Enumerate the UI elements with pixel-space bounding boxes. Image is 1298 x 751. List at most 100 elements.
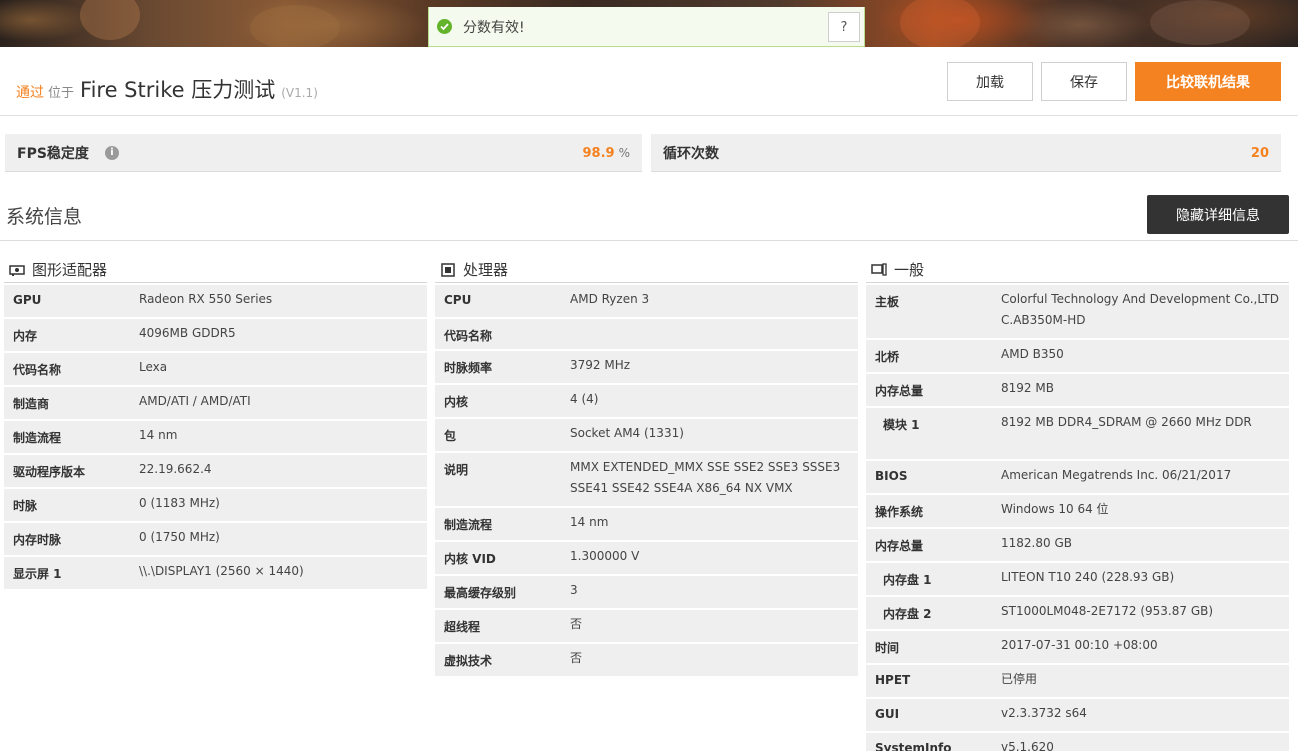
table-row: 最高缓存级别 3 bbox=[435, 576, 858, 610]
row-key: 内存 bbox=[13, 329, 38, 343]
row-value: 8192 MB DDR4_SDRAM @ 2660 MHz DDR bbox=[1001, 415, 1252, 429]
general-section: 一般 主板 Colorful Technology And Development… bbox=[866, 257, 1289, 751]
row-key: GUI bbox=[875, 707, 900, 721]
row-key: 时间 bbox=[875, 641, 900, 655]
general-table: 主板 Colorful Technology And Development Co… bbox=[866, 285, 1289, 751]
row-key: 时脉频率 bbox=[444, 361, 493, 375]
system-info-title: 系统信息 bbox=[6, 206, 83, 228]
row-value: Radeon RX 550 Series bbox=[139, 292, 273, 306]
loop-count-stat: 循环次数 20 bbox=[651, 134, 1281, 172]
row-key: 超线程 bbox=[444, 620, 481, 634]
row-value: Windows 10 64 位 bbox=[1001, 502, 1109, 516]
processor-title: 处理器 bbox=[463, 261, 509, 279]
row-key: SystemInfo bbox=[875, 741, 952, 751]
row-key: 最高缓存级别 bbox=[444, 586, 517, 600]
test-name: Fire Strike 压力测试 bbox=[80, 78, 276, 102]
table-row: 时脉频率 3792 MHz bbox=[435, 351, 858, 385]
row-key: CPU bbox=[444, 293, 472, 307]
row-value: Socket AM4 (1331) bbox=[570, 426, 684, 440]
table-row: 内存 4096MB GDDR5 bbox=[4, 319, 427, 353]
general-header: 一般 bbox=[866, 257, 1289, 283]
hide-details-button[interactable]: 隐藏详细信息 bbox=[1147, 195, 1289, 234]
fps-stability-value: 98.9 bbox=[582, 145, 615, 161]
row-value: AMD/ATI / AMD/ATI bbox=[139, 394, 251, 408]
table-row: 制造商 AMD/ATI / AMD/ATI bbox=[4, 387, 427, 421]
table-row: 内核 4 (4) bbox=[435, 385, 858, 419]
processor-section: 处理器 CPU AMD Ryzen 3 代码名称时脉频率 3792 MHz 内核 4 (4… bbox=[435, 257, 858, 678]
at-label: 位于 bbox=[48, 86, 75, 101]
row-key: GPU bbox=[13, 293, 42, 307]
table-row: CPU AMD Ryzen 3 bbox=[435, 285, 858, 319]
fps-stability-stat: FPS稳定度 i 98.9 % bbox=[5, 134, 642, 172]
table-row: 内核 VID 1.300000 V bbox=[435, 542, 858, 576]
test-version: (V1.1) bbox=[281, 86, 318, 100]
table-row: 内存总量 8192 MB bbox=[866, 374, 1289, 408]
row-value: 14 nm bbox=[139, 428, 178, 442]
row-value: American Megatrends Inc. 06/21/2017 bbox=[1001, 468, 1232, 482]
row-key: 主板 bbox=[875, 295, 900, 309]
row-value: AMD Ryzen 3 bbox=[570, 292, 650, 306]
row-value: 0 (1183 MHz) bbox=[139, 496, 220, 510]
row-value: v5.1.620 bbox=[1001, 740, 1054, 751]
loop-count-value: 20 bbox=[1250, 145, 1269, 161]
row-value bbox=[570, 315, 858, 349]
table-row: 模块 1 8192 MB DDR4_SDRAM @ 2660 MHz DDR bbox=[866, 408, 1289, 461]
table-row: 虚拟技术 否 bbox=[435, 644, 858, 678]
load-button[interactable]: 加载 bbox=[947, 62, 1033, 101]
row-key: 驱动程序版本 bbox=[13, 465, 86, 479]
checkmark-icon bbox=[437, 19, 452, 34]
row-key: 内存总量 bbox=[875, 384, 924, 398]
graphics-adapter-table: GPU Radeon RX 550 Series 内存 4096MB GDDR5 代码名… bbox=[4, 285, 427, 591]
table-row: 内存时脉 0 (1750 MHz) bbox=[4, 523, 427, 557]
score-valid-toast: 分数有效! ? bbox=[428, 7, 865, 47]
row-key: 内核 VID bbox=[444, 552, 496, 566]
table-row: HPET 已停用 bbox=[866, 665, 1289, 699]
table-row: GPU Radeon RX 550 Series bbox=[4, 285, 427, 319]
table-row: 操作系统 Windows 10 64 位 bbox=[866, 495, 1289, 529]
row-key: 包 bbox=[444, 429, 457, 443]
table-row: GUI v2.3.3732 s64 bbox=[866, 699, 1289, 733]
row-value: 4096MB GDDR5 bbox=[139, 326, 236, 340]
row-key: 代码名称 bbox=[13, 363, 62, 377]
graphics-card-icon bbox=[8, 263, 26, 277]
help-button[interactable]: ? bbox=[828, 12, 860, 42]
row-value: AMD B350 bbox=[1001, 347, 1064, 361]
compare-online-button[interactable]: 比较联机结果 bbox=[1135, 62, 1281, 101]
processor-header: 处理器 bbox=[435, 257, 858, 283]
row-value: MMX EXTENDED_MMX SSE SSE2 SSE3 SSSE3 SSE… bbox=[570, 460, 841, 495]
graphics-adapter-header: 图形适配器 bbox=[4, 257, 427, 283]
row-key: 代码名称 bbox=[444, 329, 493, 343]
row-key: 内存盘 1 bbox=[883, 573, 932, 587]
row-key: 模块 1 bbox=[883, 418, 920, 432]
processor-table: CPU AMD Ryzen 3 代码名称时脉频率 3792 MHz 内核 4 (4) 包 So… bbox=[435, 285, 858, 678]
toast-message: 分数有效! bbox=[463, 19, 525, 36]
table-row: 时间 2017-07-31 00:10 +08:00 bbox=[866, 631, 1289, 665]
fps-stability-unit: % bbox=[618, 146, 630, 160]
save-button[interactable]: 保存 bbox=[1041, 62, 1127, 101]
table-row: 时脉 0 (1183 MHz) bbox=[4, 489, 427, 523]
result-title: 通过 位于 Fire Strike 压力测试 (V1.1) bbox=[16, 74, 318, 104]
row-value: 3792 MHz bbox=[570, 358, 631, 372]
row-value: 2017-07-31 00:10 +08:00 bbox=[1001, 638, 1158, 652]
computer-icon bbox=[870, 263, 888, 277]
table-row: 制造流程 14 nm bbox=[435, 508, 858, 542]
table-row: 超线程 否 bbox=[435, 610, 858, 644]
table-row: 内存盘 2 ST1000LM048-2E7172 (953.87 GB) bbox=[866, 597, 1289, 631]
info-icon[interactable]: i bbox=[104, 145, 119, 160]
graphics-adapter-title: 图形适配器 bbox=[32, 261, 108, 279]
table-row: 制造流程 14 nm bbox=[4, 421, 427, 455]
row-value: 已停用 bbox=[1001, 672, 1038, 686]
table-row: BIOS American Megatrends Inc. 06/21/2017 bbox=[866, 461, 1289, 495]
row-value: LITEON T10 240 (228.93 GB) bbox=[1001, 570, 1175, 584]
row-value: 8192 MB bbox=[1001, 381, 1054, 395]
row-value: Lexa bbox=[139, 360, 168, 374]
row-key: 内存时脉 bbox=[13, 533, 62, 547]
row-key: 制造流程 bbox=[444, 518, 493, 532]
row-key: 内存总量 bbox=[875, 539, 924, 553]
table-row: 内存总量 1182.80 GB bbox=[866, 529, 1289, 563]
header-divider bbox=[0, 115, 1298, 116]
row-value: 1.300000 V bbox=[570, 549, 640, 563]
processor-icon bbox=[439, 262, 457, 277]
row-key: 时脉 bbox=[13, 499, 38, 513]
row-key: BIOS bbox=[875, 469, 908, 483]
